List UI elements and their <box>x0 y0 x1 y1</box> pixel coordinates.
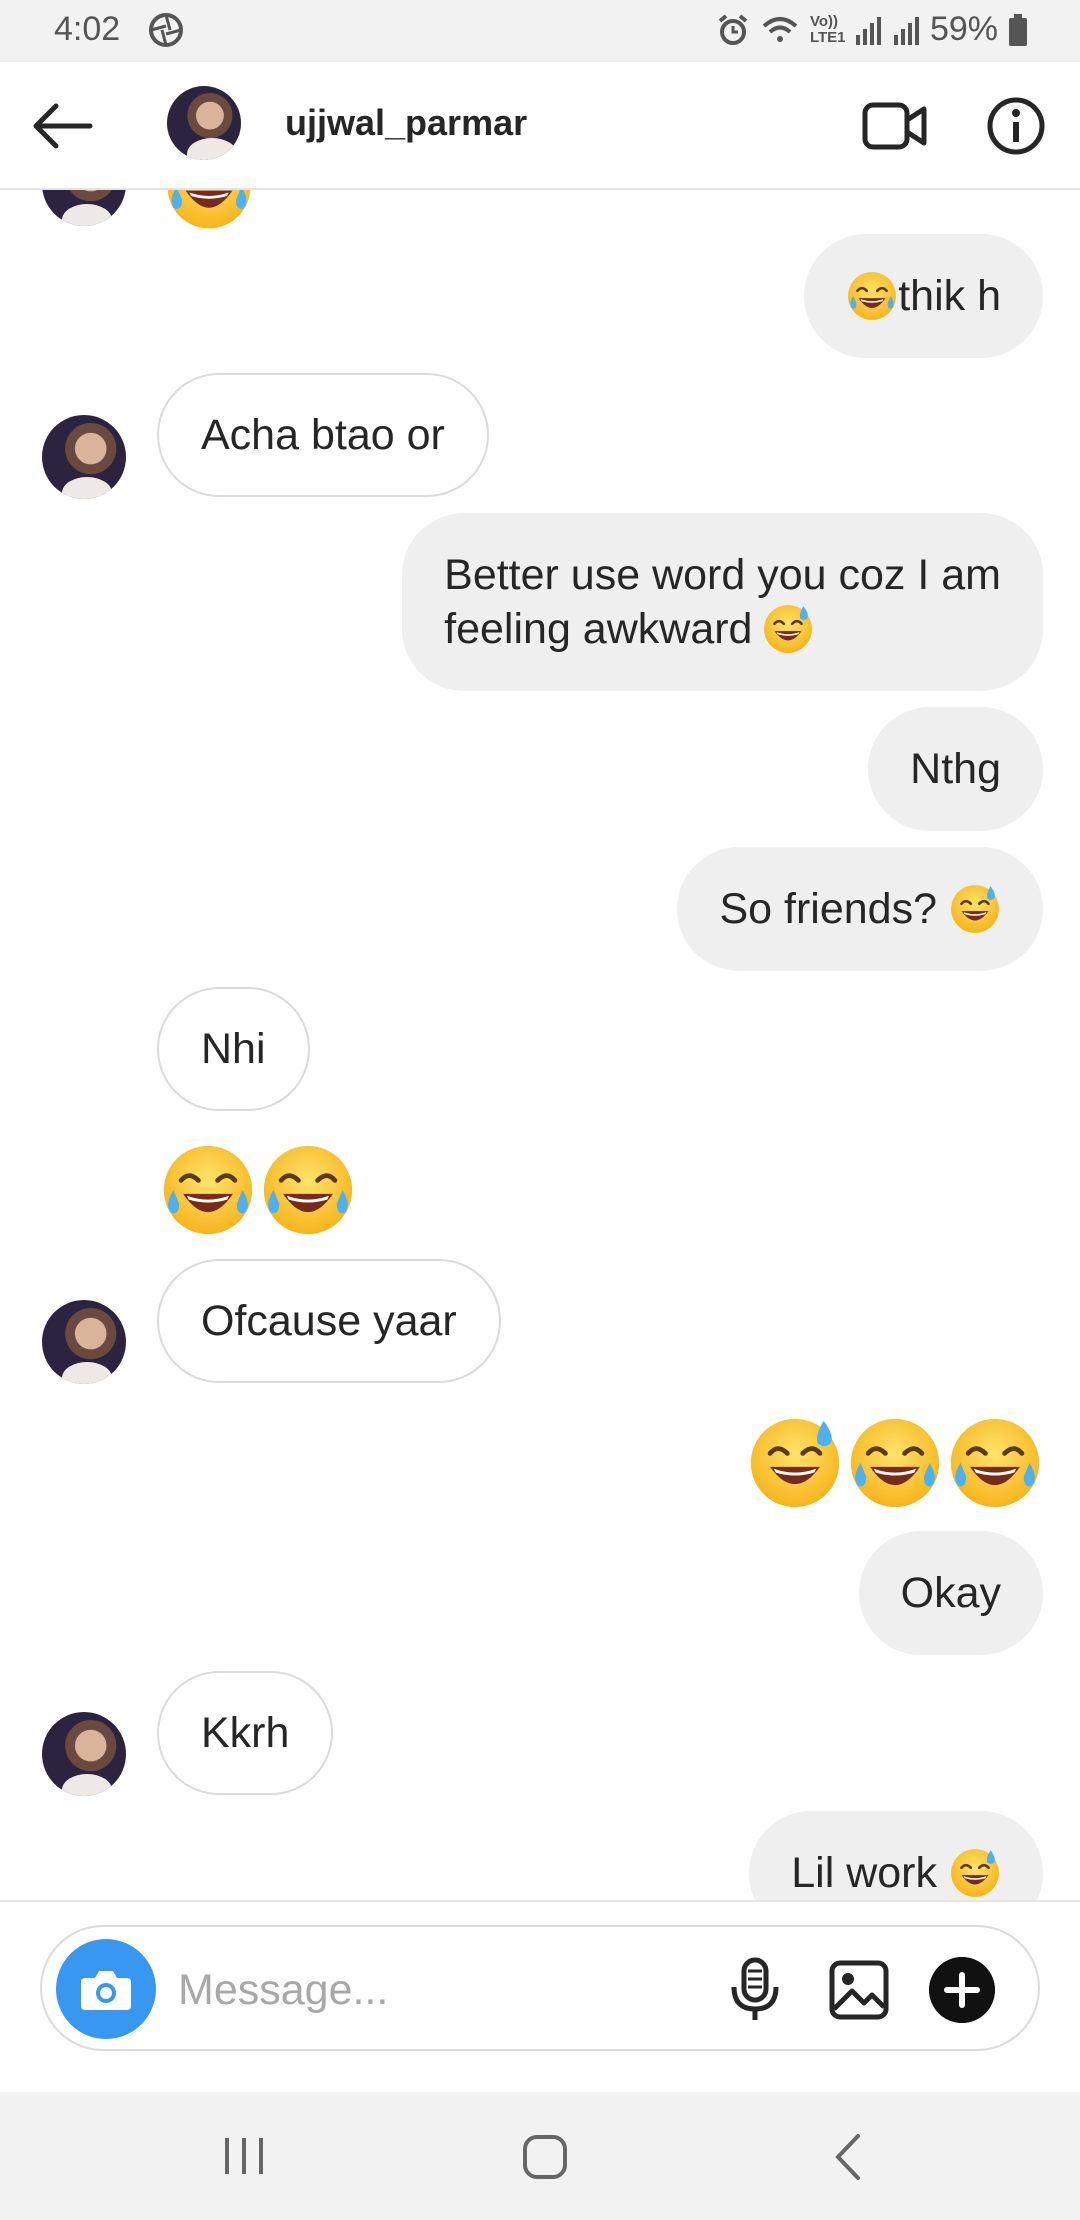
message-text: So friends? <box>719 885 937 933</box>
sweat-smile-emoji-icon <box>762 603 814 655</box>
message-thread[interactable]: thik h Acha btao or Better use word you … <box>0 190 1080 1900</box>
system-nav-bar <box>0 2092 1080 2220</box>
camera-button[interactable] <box>56 1939 156 2039</box>
chat-username[interactable]: ujjwal_parmar <box>285 102 527 144</box>
joy-emoji-icon <box>847 1415 943 1511</box>
wifi-icon <box>762 16 798 42</box>
status-time: 4:02 <box>54 10 121 48</box>
composer-divider <box>0 1900 1080 1902</box>
message-bubble-outgoing[interactable]: Okay <box>858 1531 1043 1655</box>
message-bubble-outgoing[interactable]: Better use word you coz I am feeling awk… <box>402 513 1043 691</box>
emoji-message-incoming[interactable] <box>160 1142 356 1238</box>
message-text: Acha btao or <box>201 411 445 459</box>
emoji-message-outgoing[interactable] <box>747 1415 1043 1511</box>
joy-emoji-icon <box>260 1142 356 1238</box>
back-arrow-icon[interactable] <box>28 96 98 156</box>
aperture-icon <box>149 13 183 47</box>
battery-percent: 59% <box>929 10 998 48</box>
nav-back-icon[interactable] <box>830 2132 864 2182</box>
video-call-icon[interactable] <box>862 100 928 152</box>
message-text: Ofcause yaar <box>201 1297 457 1345</box>
sweat-smile-emoji-icon <box>747 1415 843 1511</box>
header-avatar[interactable] <box>167 86 241 160</box>
chat-header: ujjwal_parmar <box>0 62 1080 190</box>
message-text: Okay <box>900 1569 1001 1617</box>
sweat-smile-emoji-icon <box>949 883 1001 935</box>
message-bubble-outgoing[interactable]: Lil work <box>749 1811 1043 1900</box>
message-text: Kkrh <box>201 1709 290 1757</box>
recents-icon[interactable] <box>222 2136 266 2176</box>
message-text: Nthg <box>910 745 1001 793</box>
message-bubble-incoming[interactable]: Acha btao or <box>157 373 489 497</box>
message-composer <box>40 1925 1040 2051</box>
battery-icon <box>1009 13 1027 46</box>
signal-icon <box>855 16 881 45</box>
message-bubble-outgoing[interactable]: Nthg <box>868 707 1043 831</box>
message-bubble-incoming[interactable]: Kkrh <box>157 1671 334 1795</box>
joy-emoji-icon <box>947 1415 1043 1511</box>
microphone-icon[interactable] <box>725 1957 785 2023</box>
status-bar: 4:02 Vo)) LTE1 59% <box>0 0 1080 62</box>
joy-emoji-icon <box>160 1142 256 1238</box>
sender-avatar[interactable] <box>42 415 126 499</box>
message-bubble-incoming[interactable]: Nhi <box>157 987 310 1111</box>
add-plus-icon[interactable] <box>929 1957 995 2023</box>
message-text: thik h <box>898 272 1001 320</box>
message-text: Lil work <box>791 1849 937 1897</box>
message-bubble-incoming[interactable]: Ofcause yaar <box>157 1259 501 1383</box>
gallery-icon[interactable] <box>828 1959 890 2021</box>
home-icon[interactable] <box>522 2134 568 2180</box>
sender-avatar[interactable] <box>42 1300 126 1384</box>
message-text: Nhi <box>201 1025 266 1073</box>
joy-emoji-icon <box>846 270 898 322</box>
network-label: Vo)) LTE1 <box>809 12 846 46</box>
message-text-line: feeling awkward <box>444 605 753 653</box>
camera-icon <box>81 1971 131 2010</box>
emoji-partial-icon <box>164 190 254 232</box>
message-input[interactable] <box>176 1957 660 2023</box>
signal-icon-2 <box>893 16 919 45</box>
alarm-icon <box>718 13 748 45</box>
sender-avatar[interactable] <box>42 1712 126 1796</box>
sender-avatar[interactable] <box>42 190 126 226</box>
sweat-smile-emoji-icon <box>949 1847 1001 1899</box>
message-text-line: Better use word you coz I am <box>444 551 1001 599</box>
info-icon[interactable] <box>986 96 1046 156</box>
message-bubble-outgoing[interactable]: So friends? <box>677 847 1043 971</box>
message-bubble-outgoing[interactable]: thik h <box>804 234 1043 358</box>
